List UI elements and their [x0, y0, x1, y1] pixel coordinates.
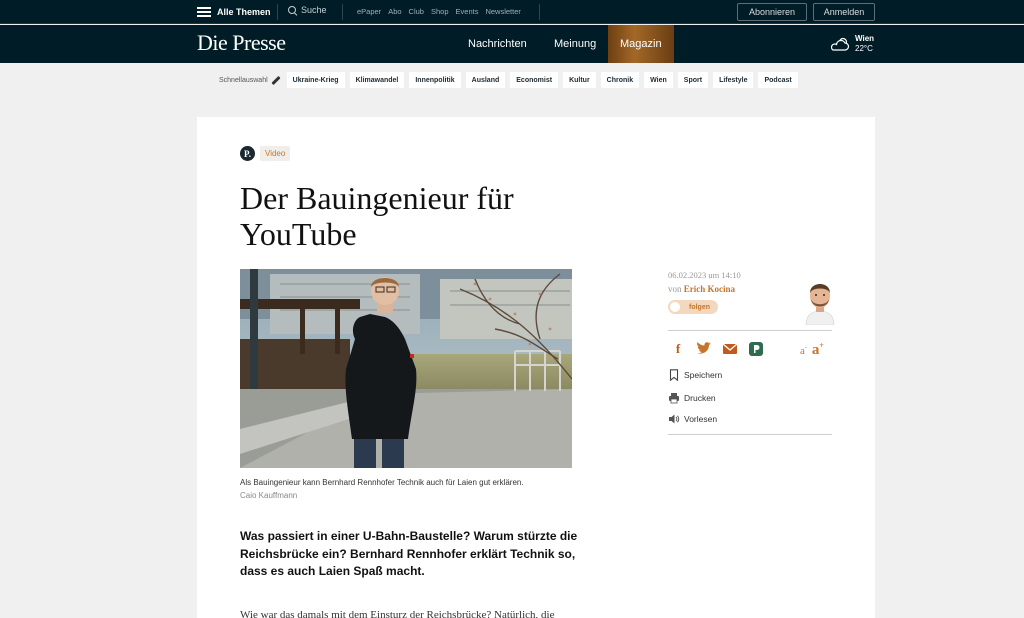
author-prefix: von: [668, 284, 682, 294]
toggle-knob: [670, 302, 680, 312]
cloud-sun-icon: [830, 37, 850, 51]
author-line: von Erich Kocina: [668, 284, 735, 294]
pencil-icon: [271, 75, 281, 85]
save-button[interactable]: Speichern: [668, 369, 722, 381]
font-larger-button[interactable]: a+: [812, 341, 824, 359]
chip-lifestyle[interactable]: Lifestyle: [713, 72, 754, 88]
chip-economist[interactable]: Economist: [510, 72, 559, 88]
main-navigation: Die Presse Nachrichten Meinung Magazin W…: [0, 25, 1024, 63]
divider: [539, 4, 540, 20]
chip-chronik[interactable]: Chronik: [600, 72, 640, 88]
article-card: P. Video Der Bauingenieur für YouTube Al…: [197, 117, 875, 618]
article-title: Der Bauingenieur für YouTube: [240, 180, 514, 252]
all-topics-menu-button[interactable]: Alle Themen: [197, 5, 271, 19]
whatsapp-share-icon[interactable]: [746, 339, 766, 359]
save-label: Speichern: [684, 370, 723, 380]
search-button[interactable]: Suche: [288, 5, 327, 15]
sidebar-divider: [668, 434, 832, 435]
chip-sport[interactable]: Sport: [677, 72, 709, 88]
article-body: Wie war das damals mit dem Einsturz der …: [240, 609, 555, 618]
presse-plus-logo: P.: [240, 146, 255, 161]
top-link-shop[interactable]: Shop: [431, 7, 449, 16]
photo-caption-text: Als Bauingenieur kann Bernhard Rennhofer…: [240, 478, 524, 487]
printer-icon: [669, 393, 679, 404]
video-badge[interactable]: Video: [260, 146, 291, 161]
chip-ausland[interactable]: Ausland: [465, 72, 506, 88]
chip-podcast[interactable]: Podcast: [758, 72, 798, 88]
chip-wien[interactable]: Wien: [644, 72, 673, 88]
all-topics-label: Alle Themen: [217, 7, 271, 17]
divider: [342, 4, 343, 20]
subscribe-button[interactable]: Abonnieren: [737, 3, 807, 21]
divider: [277, 4, 278, 20]
photo-caption: Als Bauingenieur kann Bernhard Rennhofer…: [240, 476, 580, 502]
top-link-events[interactable]: Events: [456, 7, 479, 16]
top-link-epaper[interactable]: ePaper: [357, 7, 381, 16]
nav-item-meinung[interactable]: Meinung: [554, 25, 596, 63]
top-link-abo[interactable]: Abo: [388, 7, 401, 16]
site-logo[interactable]: Die Presse: [197, 30, 286, 56]
author-avatar[interactable]: [800, 277, 840, 325]
facebook-share-icon[interactable]: f: [668, 339, 688, 359]
read-aloud-button[interactable]: Vorlesen: [668, 413, 717, 425]
article-lead: Was passiert in einer U-Bahn-Baustelle? …: [240, 529, 578, 578]
follow-label: folgen: [689, 303, 710, 311]
author-name[interactable]: Erich Kocina: [684, 284, 735, 294]
quick-links-label[interactable]: Schnellauswahl: [219, 75, 281, 85]
article-photo[interactable]: [240, 269, 572, 468]
sidebar-divider: [668, 330, 832, 331]
search-icon: [288, 5, 297, 15]
weather-widget[interactable]: Wien 22°C: [829, 34, 874, 54]
login-button[interactable]: Anmelden: [813, 3, 875, 21]
top-link-newsletter[interactable]: Newsletter: [485, 7, 520, 16]
article-badges: P. Video: [240, 146, 291, 161]
print-label: Drucken: [684, 393, 716, 403]
nav-item-magazin[interactable]: Magazin: [608, 25, 674, 63]
speaker-icon: [669, 414, 680, 424]
bookmark-icon: [669, 369, 679, 381]
photo-credit: Caio Kauffmann: [240, 491, 298, 500]
search-label: Suche: [301, 5, 327, 15]
quick-links: Schnellauswahl Ukraine-Krieg Klimawandel…: [219, 72, 798, 88]
top-utility-bar: Alle Themen Suche ePaper Abo Club Shop E…: [0, 0, 1024, 24]
print-button[interactable]: Drucken: [668, 392, 716, 404]
font-smaller-button[interactable]: a-: [800, 345, 807, 357]
weather-city: Wien: [855, 34, 875, 43]
read-aloud-label: Vorlesen: [684, 414, 718, 424]
quick-links-label-text: Schnellauswahl: [219, 76, 268, 84]
twitter-share-icon[interactable]: [694, 339, 714, 359]
nav-item-nachrichten[interactable]: Nachrichten: [468, 25, 527, 63]
publish-date: 06.02.2023 um 14:10: [668, 270, 741, 280]
font-size-controls: a- a+: [800, 341, 824, 359]
top-link-club[interactable]: Club: [409, 7, 424, 16]
follow-toggle[interactable]: folgen: [668, 300, 718, 314]
article-photo-image: [240, 269, 572, 468]
weather-temp: 22°C: [855, 44, 873, 53]
hamburger-icon: [197, 7, 211, 17]
top-links: ePaper Abo Club Shop Events Newsletter: [357, 7, 521, 16]
chip-kultur[interactable]: Kultur: [563, 72, 596, 88]
chip-ukraine-krieg[interactable]: Ukraine-Krieg: [286, 72, 345, 88]
chip-klimawandel[interactable]: Klimawandel: [349, 72, 405, 88]
email-share-icon[interactable]: [720, 339, 740, 359]
chip-innenpolitik[interactable]: Innenpolitik: [409, 72, 461, 88]
